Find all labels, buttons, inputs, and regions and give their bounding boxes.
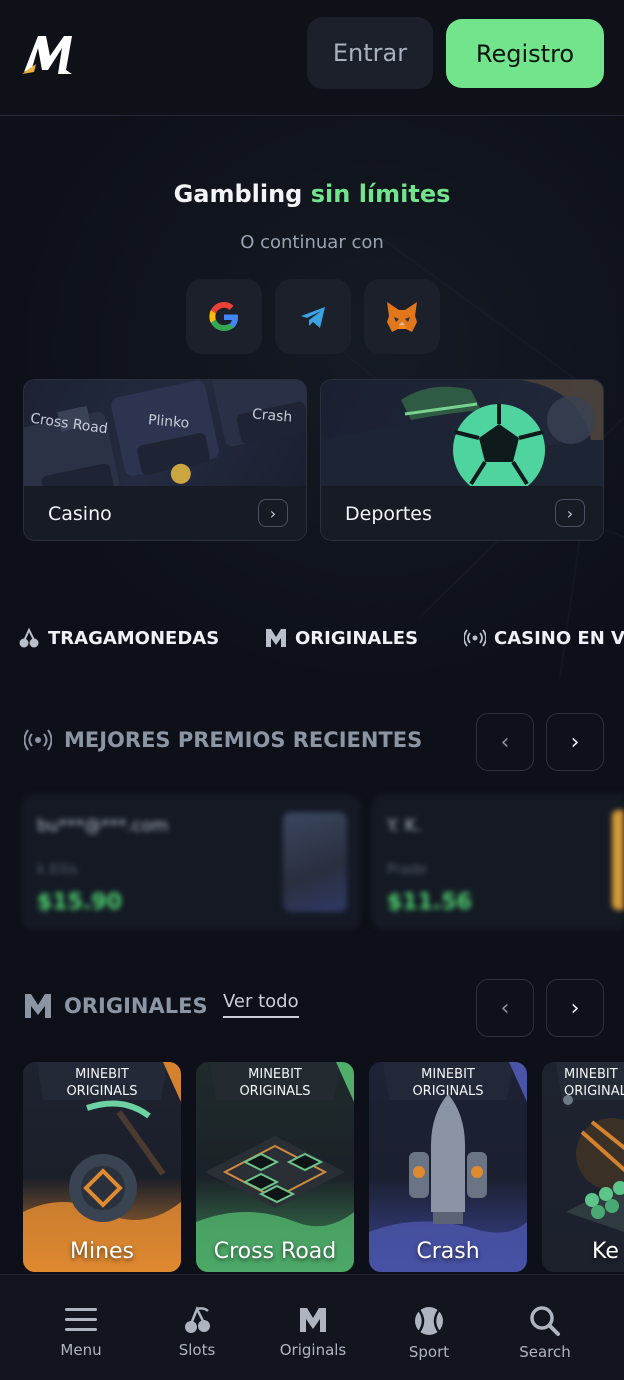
recent-wins-next-button[interactable]: › bbox=[546, 713, 604, 771]
originals-header: ORIGINALES bbox=[24, 993, 208, 1019]
top-header: Entrar Registro bbox=[0, 0, 624, 116]
see-all-link[interactable]: Ver todo bbox=[223, 991, 299, 1018]
m-logo-icon bbox=[266, 629, 286, 647]
chevron-right-icon: › bbox=[555, 499, 585, 527]
metamask-icon bbox=[387, 301, 417, 332]
hamburger-icon bbox=[65, 1308, 97, 1331]
nav-sport[interactable]: Sport bbox=[379, 1305, 479, 1361]
recent-win-card[interactable]: Y. K. Prado $11.56 bbox=[371, 794, 624, 930]
brand-line: MINEBIT bbox=[248, 1067, 302, 1082]
tab-label: ORIGINALES bbox=[295, 627, 419, 649]
win-game: Prado bbox=[387, 862, 427, 878]
google-icon bbox=[209, 301, 238, 331]
telegram-icon bbox=[301, 306, 325, 328]
chevron-right-icon: › bbox=[570, 995, 580, 1021]
nav-label: Originals bbox=[279, 1341, 347, 1359]
originals-prev-button[interactable]: ‹ bbox=[476, 979, 534, 1037]
game-brand: MINEBIT ORIGINALS bbox=[23, 1062, 181, 1100]
nav-originals[interactable]: Originals bbox=[263, 1305, 363, 1359]
tab-originales[interactable]: ORIGINALES bbox=[265, 620, 418, 656]
chevron-left-icon: ‹ bbox=[500, 729, 510, 755]
continue-with-text: O continuar con bbox=[240, 232, 384, 253]
nav-slots[interactable]: Slots bbox=[147, 1305, 247, 1359]
minebit-logo[interactable] bbox=[20, 30, 76, 78]
game-title: Mines bbox=[69, 1239, 135, 1264]
live-broadcast-icon bbox=[464, 629, 486, 647]
game-title: Cross Road bbox=[213, 1239, 337, 1264]
chevron-right-icon: › bbox=[258, 499, 288, 527]
login-button[interactable]: Entrar bbox=[307, 17, 433, 89]
tagline-accent: sin límites bbox=[310, 180, 451, 208]
tagline-main: Gambling bbox=[173, 180, 303, 208]
recent-wins-prev-button[interactable]: ‹ bbox=[476, 713, 534, 771]
nav-label: Slots bbox=[178, 1341, 216, 1359]
nav-menu[interactable]: Menu bbox=[31, 1305, 131, 1359]
metamask-login-button[interactable] bbox=[364, 279, 440, 354]
hero-tagline: Gambling sin límites bbox=[0, 180, 624, 208]
bottom-navigation: Menu Slots Originals Sport Search bbox=[0, 1274, 624, 1380]
win-amount: $15.90 bbox=[37, 890, 122, 915]
tab-tragamonedas[interactable]: TRAGAMONEDAS bbox=[18, 620, 219, 656]
win-user: Y. K. bbox=[387, 816, 422, 836]
brand-line: ORIGINALS bbox=[564, 1084, 624, 1099]
recent-win-card[interactable]: bu***@***.com k Ellis $15.90 bbox=[21, 794, 361, 930]
nav-label: Sport bbox=[408, 1343, 450, 1361]
originals-title: ORIGINALES bbox=[64, 994, 208, 1018]
tab-label: CASINO EN VI bbox=[494, 627, 624, 649]
register-button[interactable]: Registro bbox=[446, 19, 604, 88]
recent-wins-title: MEJORES PREMIOS RECIENTES bbox=[64, 728, 423, 752]
game-card-crash[interactable]: MINEBIT ORIGINALS Crash bbox=[369, 1062, 527, 1272]
game-brand: MINEBIT ORIGINALS bbox=[542, 1062, 624, 1100]
game-title: Crash bbox=[416, 1239, 480, 1264]
casino-category-card[interactable]: Cross Road Plinko Crash Casino › bbox=[23, 379, 307, 541]
category-nav-tabs: TRAGAMONEDAS ORIGINALES CASINO EN VI bbox=[0, 620, 624, 656]
win-game: k Ellis bbox=[37, 862, 78, 878]
originals-next-button[interactable]: › bbox=[546, 979, 604, 1037]
tab-casino-en-vivo[interactable]: CASINO EN VI bbox=[464, 620, 624, 656]
tennis-ball-icon bbox=[415, 1307, 443, 1335]
m-logo-icon bbox=[25, 994, 51, 1018]
game-card-mines[interactable]: MINEBIT ORIGINALS Mines bbox=[23, 1062, 181, 1272]
cherries-icon bbox=[19, 627, 39, 648]
win-user: bu***@***.com bbox=[37, 816, 169, 836]
casino-art-label-crash: Crash bbox=[251, 406, 293, 426]
nav-label: Menu bbox=[60, 1341, 102, 1359]
brand-line: MINEBIT bbox=[75, 1067, 129, 1082]
casino-card-art: Cross Road Plinko Crash bbox=[24, 380, 306, 486]
m-logo-icon bbox=[300, 1308, 326, 1332]
game-card-cross-road[interactable]: MINEBIT ORIGINALS Cross Road bbox=[196, 1062, 354, 1272]
telegram-login-button[interactable] bbox=[275, 279, 351, 354]
nav-search[interactable]: Search bbox=[495, 1305, 595, 1361]
brand-line: ORIGINALS bbox=[66, 1084, 138, 1099]
win-game-thumbnail bbox=[612, 810, 624, 910]
tab-label: TRAGAMONEDAS bbox=[48, 627, 220, 649]
chevron-left-icon: ‹ bbox=[500, 995, 510, 1021]
cherries-icon bbox=[185, 1305, 210, 1333]
game-card-keno[interactable]: MINEBIT ORIGINALS Ke bbox=[542, 1062, 624, 1272]
recent-wins-header: MEJORES PREMIOS RECIENTES bbox=[24, 728, 422, 752]
brand-line: ORIGINALS bbox=[412, 1084, 484, 1099]
brand-line: MINEBIT bbox=[421, 1067, 475, 1082]
brand-line: MINEBIT bbox=[564, 1067, 618, 1082]
google-login-button[interactable] bbox=[186, 279, 262, 354]
search-icon bbox=[530, 1306, 560, 1336]
sports-category-card[interactable]: Deportes › bbox=[320, 379, 604, 541]
brand-line: ORIGINALS bbox=[239, 1084, 311, 1099]
win-game-thumbnail bbox=[283, 812, 347, 912]
sports-card-art bbox=[321, 380, 603, 486]
win-amount: $11.56 bbox=[387, 890, 472, 915]
chevron-right-icon: › bbox=[570, 729, 580, 755]
nav-label: Search bbox=[519, 1343, 571, 1361]
game-title: Ke bbox=[592, 1239, 619, 1264]
game-brand: MINEBIT ORIGINALS bbox=[369, 1062, 527, 1100]
live-broadcast-icon bbox=[24, 729, 52, 751]
game-brand: MINEBIT ORIGINALS bbox=[196, 1062, 354, 1100]
